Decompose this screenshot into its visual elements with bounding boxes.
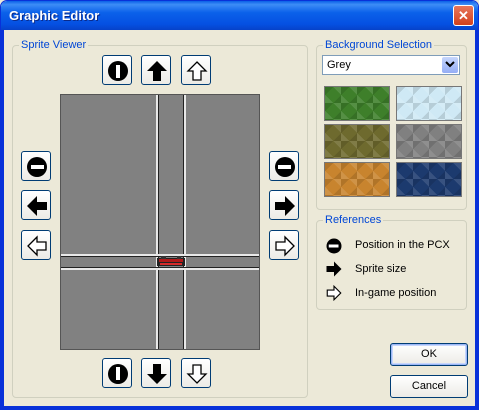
ingame-position-right-icon [275,235,295,257]
sprite-size-up-icon [147,61,167,81]
references-label: References [323,214,384,226]
sprite-size-right-icon [275,196,295,216]
ingame-guide-horizontal [61,268,259,270]
reference-ingame-position-text: In-game position [355,287,437,299]
window-frame-right [475,30,478,409]
background-selection-label: Background Selection [323,39,435,51]
pcx-position-up-button[interactable] [102,55,132,85]
ingame-position-down-button[interactable] [181,358,211,388]
sprite-size-down-icon [147,364,167,384]
pcx-position-down-icon [108,364,128,384]
pcx-position-up-icon [108,61,128,81]
ingame-position-left-icon [27,235,47,257]
chevron-down-icon[interactable] [442,57,458,73]
sprite-viewer-canvas[interactable] [60,94,260,350]
pcx-position-right-button[interactable] [269,151,299,181]
pcx-position-right-icon [275,157,295,177]
ingame-position-down-icon [186,364,208,384]
ingame-position-up-button[interactable] [181,55,211,85]
window-frame-bottom [1,406,478,409]
background-tile-desert[interactable] [324,162,390,197]
ingame-guide-vertical [184,95,186,349]
reference-pcx-position-text: Position in the PCX [355,239,450,251]
sprite-size-left-button[interactable] [21,190,51,220]
size-guide-vertical [158,95,159,349]
background-tile-grass[interactable] [324,86,390,121]
pcx-position-icon [326,238,342,254]
ingame-position-icon [326,284,342,302]
background-select[interactable]: Grey [322,55,460,75]
graphic-editor-window: Graphic Editor ✕ Sprite Viewer Backgroun… [0,0,479,410]
window-title: Graphic Editor [9,8,100,23]
background-tile-water[interactable] [396,162,462,197]
title-bar[interactable]: Graphic Editor ✕ [1,1,478,30]
cancel-button[interactable]: Cancel [390,375,468,398]
ingame-position-left-button[interactable] [21,230,51,260]
sprite-viewer-label: Sprite Viewer [19,39,89,51]
background-select-value: Grey [327,59,351,71]
sprite-size-right-button[interactable] [269,190,299,220]
pcx-position-left-icon [27,157,47,177]
reference-sprite-size-text: Sprite size [355,263,407,275]
sprite-size-down-button[interactable] [141,358,171,388]
ok-button[interactable]: OK [390,343,468,366]
window-frame-left [1,30,4,409]
pcx-position-down-button[interactable] [102,358,132,388]
background-tile-snow[interactable] [396,86,462,121]
ingame-position-up-icon [186,61,208,81]
background-tile-grey[interactable] [396,124,462,159]
background-tile-swamp[interactable] [324,124,390,159]
close-button[interactable]: ✕ [453,5,474,26]
pcx-position-left-button[interactable] [21,151,51,181]
sprite-size-left-icon [27,196,47,216]
sprite-size-icon [326,261,342,277]
ingame-position-right-button[interactable] [269,230,299,260]
sprite-preview [157,255,185,268]
sprite-size-up-button[interactable] [141,55,171,85]
